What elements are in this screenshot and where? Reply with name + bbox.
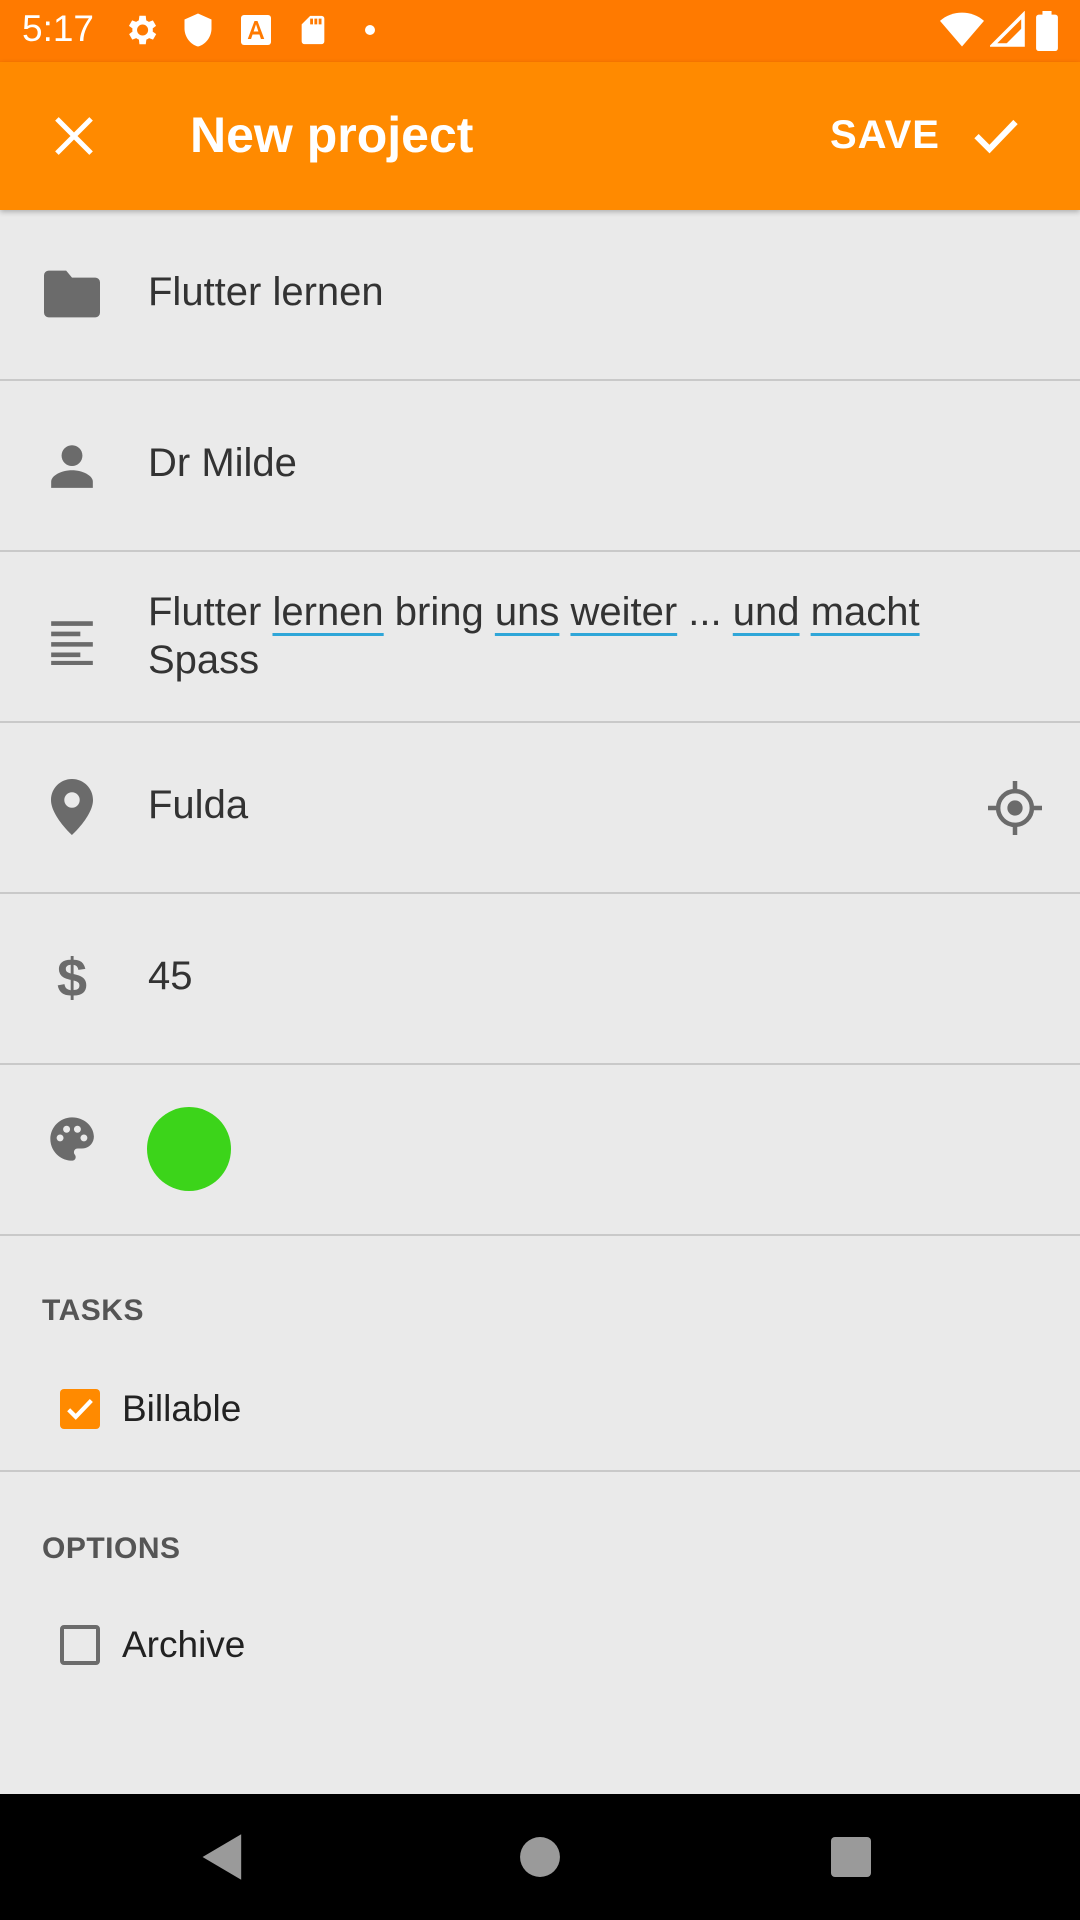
archive-label: Archive bbox=[122, 1624, 246, 1665]
check-icon bbox=[67, 1399, 93, 1420]
save-button-label: SAVE bbox=[830, 112, 940, 157]
tasks-title: TASKS bbox=[42, 1294, 144, 1327]
billable-checkbox-row[interactable]: Billable bbox=[60, 1388, 241, 1430]
spellcheck-word: lernen bbox=[272, 590, 384, 634]
recents-icon bbox=[831, 1837, 871, 1877]
color-row bbox=[0, 1065, 1080, 1236]
spellcheck-word: weiter bbox=[570, 590, 678, 634]
description-field[interactable]: Flutter lernen bring uns weiter ... und … bbox=[148, 588, 990, 684]
cellular-signal-icon bbox=[990, 11, 1025, 47]
battery-icon bbox=[1036, 11, 1058, 51]
color-swatch[interactable] bbox=[147, 1107, 231, 1191]
archive-checkbox[interactable] bbox=[60, 1625, 100, 1665]
spellcheck-word: und bbox=[732, 590, 800, 634]
project-name-field[interactable]: Flutter lernen bbox=[148, 268, 990, 316]
page-title: New project bbox=[190, 107, 474, 163]
archive-checkbox-row[interactable]: Archive bbox=[60, 1624, 245, 1666]
status-time: 5:17 bbox=[22, 8, 95, 49]
options-section: OPTIONS Archive bbox=[0, 1472, 1080, 1772]
tasks-section: TASKS Billable bbox=[0, 1236, 1080, 1472]
close-button[interactable] bbox=[42, 104, 106, 168]
billable-checkbox[interactable] bbox=[60, 1389, 100, 1429]
dot-icon bbox=[365, 25, 375, 35]
options-title: OPTIONS bbox=[42, 1532, 181, 1565]
status-bar: 5:17 bbox=[0, 0, 1080, 62]
back-button[interactable] bbox=[190, 1824, 256, 1890]
app-bar: New project SAVE bbox=[0, 62, 1080, 210]
folder-icon bbox=[42, 264, 102, 324]
shield-icon bbox=[184, 13, 212, 47]
font-download-icon bbox=[241, 15, 271, 45]
location-row[interactable]: Fulda bbox=[0, 723, 1080, 894]
client-row[interactable]: Dr Milde bbox=[0, 381, 1080, 552]
spellcheck-word: macht bbox=[810, 590, 920, 634]
wifi-icon bbox=[940, 12, 984, 47]
gear-icon bbox=[128, 15, 157, 45]
description-text: Flutter lernen bring uns weiter ... und … bbox=[148, 590, 920, 682]
person-icon bbox=[42, 435, 102, 495]
rate-field[interactable]: 45 bbox=[148, 952, 990, 1000]
close-icon bbox=[55, 117, 93, 155]
home-icon bbox=[520, 1837, 560, 1877]
location-field[interactable]: Fulda bbox=[148, 781, 990, 829]
notes-icon bbox=[42, 610, 102, 670]
dollar-icon: $ bbox=[56, 948, 88, 1008]
check-icon bbox=[974, 119, 1018, 154]
my-location-icon[interactable] bbox=[988, 781, 1042, 835]
project-name-row[interactable]: Flutter lernen bbox=[0, 210, 1080, 381]
sd-card-icon bbox=[301, 15, 325, 45]
spellcheck-word: uns bbox=[494, 590, 560, 634]
rate-row[interactable]: $ 45 bbox=[0, 894, 1080, 1065]
back-icon bbox=[202, 1834, 242, 1880]
save-button[interactable]: SAVE bbox=[830, 100, 1040, 170]
project-form: Flutter lernen Dr Milde Flutter lernen b… bbox=[0, 210, 1080, 1772]
recents-button[interactable] bbox=[818, 1824, 884, 1890]
system-nav-bar bbox=[0, 1794, 1080, 1920]
description-row[interactable]: Flutter lernen bring uns weiter ... und … bbox=[0, 552, 1080, 723]
billable-label: Billable bbox=[122, 1388, 242, 1429]
location-pin-icon bbox=[42, 777, 102, 837]
palette-icon bbox=[42, 1109, 102, 1169]
home-button[interactable] bbox=[507, 1824, 573, 1890]
client-field[interactable]: Dr Milde bbox=[148, 439, 990, 487]
